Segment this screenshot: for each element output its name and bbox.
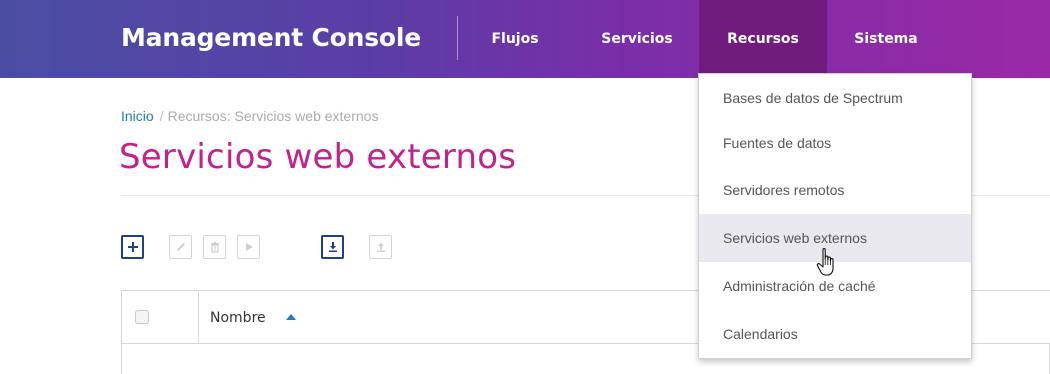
sort-ascending-icon[interactable] xyxy=(286,314,296,320)
page-title: Servicios web externos xyxy=(119,137,517,177)
menu-item-calendarios[interactable]: Calendarios xyxy=(699,310,971,358)
breadcrumb: Inicio / Recursos: Servicios web externos xyxy=(121,108,378,124)
recursos-dropdown-menu: Bases de datos de Spectrum Fuentes de da… xyxy=(698,73,972,359)
upload-button[interactable] xyxy=(369,235,392,259)
menu-item-servidores-remotos[interactable]: Servidores remotos xyxy=(699,166,971,214)
play-icon xyxy=(245,243,253,251)
download-icon xyxy=(328,242,337,252)
run-button[interactable] xyxy=(237,235,260,259)
hand-pointer-icon xyxy=(816,248,834,276)
breadcrumb-current: Recursos: Servicios web externos xyxy=(167,108,379,124)
download-button[interactable] xyxy=(321,235,344,259)
column-header-nombre[interactable]: Nombre xyxy=(210,310,266,326)
trash-icon xyxy=(210,242,219,253)
nav-item-servicios[interactable]: Servicios xyxy=(578,0,696,78)
add-button[interactable] xyxy=(121,235,144,259)
top-navbar: Management Console Flujos Servicios Recu… xyxy=(0,0,1050,78)
app-title[interactable]: Management Console xyxy=(121,20,421,56)
select-all-cell xyxy=(122,291,199,344)
nav-item-flujos[interactable]: Flujos xyxy=(473,0,557,78)
nav-item-sistema[interactable]: Sistema xyxy=(830,0,942,78)
breadcrumb-separator: / xyxy=(159,108,164,124)
menu-item-bases-de-datos[interactable]: Bases de datos de Spectrum xyxy=(699,74,971,122)
delete-button[interactable] xyxy=(203,235,226,259)
breadcrumb-home-link[interactable]: Inicio xyxy=(121,108,154,124)
menu-item-fuentes-de-datos[interactable]: Fuentes de datos xyxy=(699,119,971,167)
edit-button[interactable] xyxy=(169,235,192,259)
upload-icon xyxy=(376,242,385,252)
select-all-checkbox[interactable] xyxy=(135,310,149,324)
brand-divider xyxy=(457,16,458,60)
nav-item-recursos[interactable]: Recursos xyxy=(699,0,827,78)
plus-icon xyxy=(127,242,138,252)
pencil-icon xyxy=(176,243,185,251)
